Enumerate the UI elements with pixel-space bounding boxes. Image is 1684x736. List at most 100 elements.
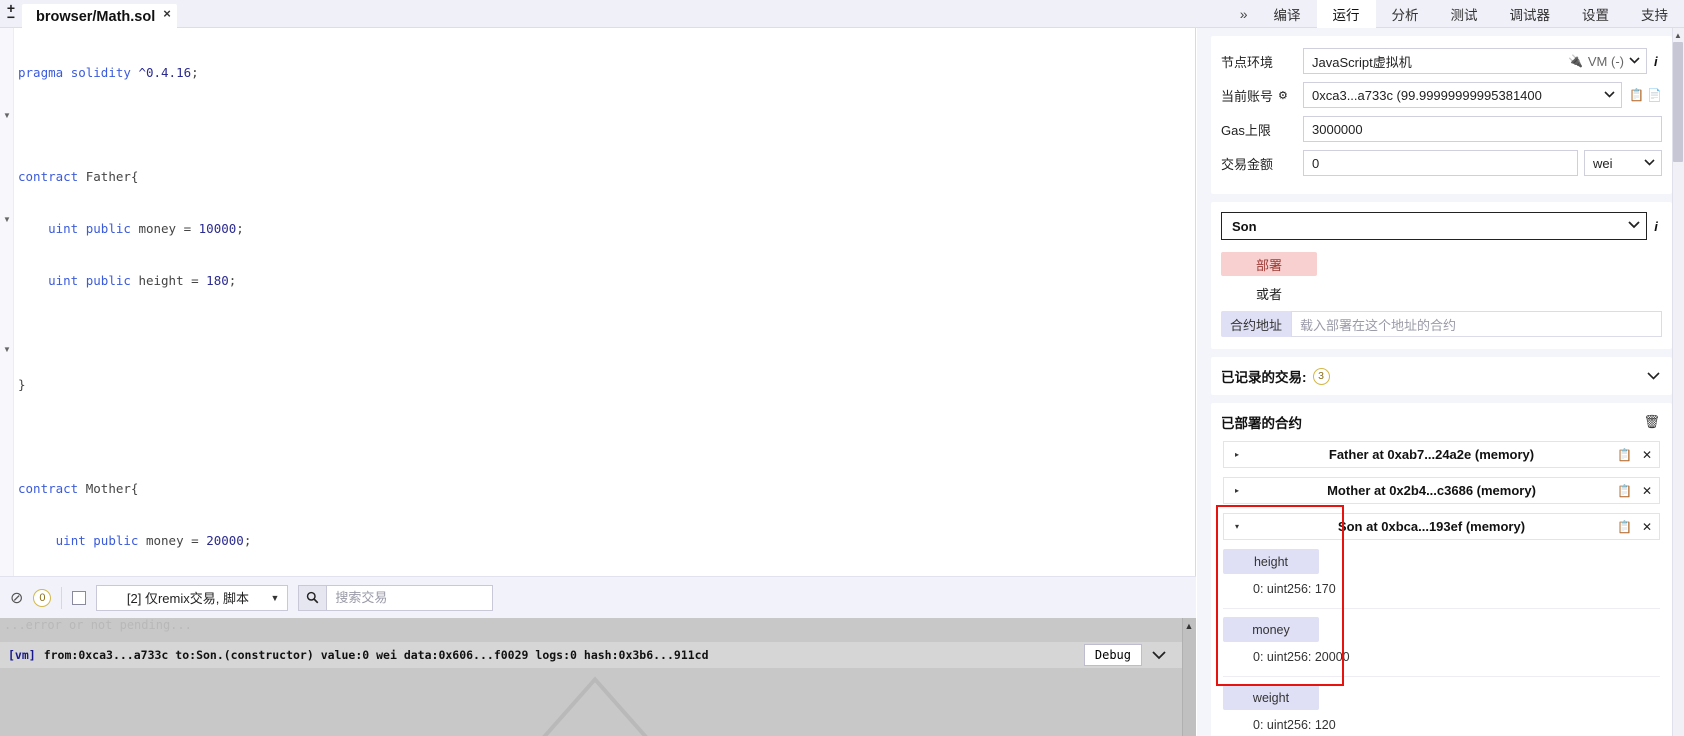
expand-triangle-icon[interactable]: ▾ — [1224, 522, 1250, 531]
file-tab-math-sol[interactable]: browser/Math.sol × — [22, 4, 177, 30]
tab-settings[interactable]: 设置 — [1566, 0, 1625, 28]
trash-icon[interactable]: 🗑 — [1643, 414, 1660, 430]
contract-select-row: Son i — [1221, 212, 1662, 240]
zoom-controls[interactable]: + − — [0, 0, 22, 28]
transactions-recorded-label: 已记录的交易: — [1221, 370, 1307, 385]
close-icon[interactable]: ✕ — [1642, 448, 1652, 462]
terminal-panel: ...error or not pending... [vm] from:0xc… — [0, 618, 1196, 736]
run-settings-card: 节点环境 JavaScript虚拟机 🔌 VM (-) i 当前账号 ⚙ 0xc… — [1211, 36, 1672, 194]
expand-triangle-icon[interactable]: ▸ — [1224, 486, 1250, 495]
log-from-value: 0xca3...a733c — [78, 648, 169, 662]
run-panel: 节点环境 JavaScript虚拟机 🔌 VM (-) i 当前账号 ⚙ 0xc… — [1197, 28, 1684, 736]
contract-select-value: Son — [1232, 218, 1257, 234]
instance-actions: 📋 ✕ — [1617, 520, 1652, 534]
run-panel-scrollbar[interactable]: ▲ — [1672, 28, 1684, 736]
listen-network-checkbox[interactable] — [72, 590, 87, 605]
at-address-input[interactable]: 载入部署在这个地址的合约 — [1291, 311, 1662, 337]
fold-arrow-icon[interactable]: ▼ — [3, 112, 11, 120]
log-logs-value: 0 — [570, 648, 577, 662]
scrollbar-thumb[interactable] — [1673, 42, 1683, 162]
chevron-down-icon — [1604, 90, 1615, 101]
transaction-filter-label: [2] 仅remix交易, 脚本 — [126, 591, 249, 606]
pending-count-badge: 0 — [33, 588, 52, 607]
top-bar: + − browser/Math.sol × » 编译 运行 分析 测试 调试器… — [0, 0, 1684, 30]
value-unit-select[interactable]: wei — [1584, 150, 1662, 176]
debug-button[interactable]: Debug — [1083, 644, 1142, 666]
log-data-label: data: — [403, 648, 439, 662]
instance-name: Son at 0xbca...193ef (memory) — [1337, 519, 1526, 534]
copy-icon[interactable]: 📋 — [1617, 520, 1632, 534]
refresh-icon[interactable]: ⚙ — [1278, 89, 1288, 102]
file-tab-label: browser/Math.sol — [36, 9, 156, 25]
search-transactions — [298, 584, 494, 611]
log-logs-label: logs: — [535, 648, 571, 662]
tab-test[interactable]: 测试 — [1435, 0, 1494, 28]
tab-support[interactable]: 支持 — [1625, 0, 1684, 28]
tab-compile[interactable]: 编译 — [1258, 0, 1317, 28]
environment-select[interactable]: JavaScript虚拟机 🔌 VM (-) — [1303, 48, 1647, 74]
at-address-button[interactable]: 合约地址 — [1221, 311, 1291, 337]
close-icon[interactable]: × — [163, 6, 171, 21]
instance-name: Father at 0xab7...24a2e (memory) — [1328, 447, 1535, 462]
function-button-weight[interactable]: weight — [1223, 685, 1319, 710]
chevron-double-right-icon[interactable]: » — [1230, 0, 1258, 28]
terminal-faint-line: ...error or not pending... — [4, 618, 192, 632]
copy-icon[interactable]: 📋 — [1617, 484, 1632, 498]
terminal-scrollbar[interactable]: ▲ — [1182, 618, 1196, 736]
account-select[interactable]: 0xca3...a733c (99.99999999995381400 — [1303, 82, 1623, 108]
editor-gutter: ▼ ▼ ▼ — [0, 28, 14, 576]
file-tab-strip: + − browser/Math.sol × — [0, 0, 177, 30]
transaction-filter-select[interactable]: [2] 仅remix交易, 脚本 ▼ — [96, 584, 289, 611]
code-line: contract Mother{ — [18, 481, 139, 496]
account-label: 当前账号 ⚙ — [1221, 86, 1303, 105]
gas-limit-input[interactable]: 3000000 — [1303, 116, 1662, 142]
vm-tag: [vm] — [8, 648, 36, 662]
clear-console-icon[interactable]: ⊘ — [10, 588, 23, 608]
transactions-count-badge: 3 — [1312, 367, 1330, 385]
deployed-instance-mother[interactable]: ▸ Mother at 0x2b4...c3686 (memory) 📋 ✕ — [1223, 477, 1660, 504]
tab-run[interactable]: 运行 — [1316, 0, 1376, 28]
expand-triangle-icon[interactable]: ▸ — [1224, 450, 1250, 459]
deployed-instance-son[interactable]: ▾ Son at 0xbca...193ef (memory) 📋 ✕ — [1223, 513, 1660, 540]
contract-select[interactable]: Son — [1221, 212, 1648, 240]
copy-icon[interactable]: 📋 📄 — [1629, 88, 1662, 102]
copy-icon[interactable]: 📋 — [1617, 448, 1632, 462]
function-result-money: 0: uint256: 20000 — [1253, 650, 1350, 664]
environment-status: VM (-) — [1587, 53, 1624, 69]
deployed-contracts-title: 已部署的合约 — [1221, 416, 1302, 431]
close-icon[interactable]: ✕ — [1642, 484, 1652, 498]
chevron-up-icon[interactable]: ▲ — [1673, 29, 1683, 41]
deploy-button[interactable]: 部署 — [1221, 252, 1317, 276]
chevron-down-icon — [1644, 158, 1655, 169]
editor-code[interactable]: pragma solidity ^0.4.16; contract Father… — [14, 28, 1195, 576]
value-input[interactable]: 0 — [1303, 150, 1578, 176]
function-row-weight: weight 0: uint256: 120 — [1223, 685, 1660, 736]
function-button-money[interactable]: money — [1223, 617, 1319, 642]
fold-arrow-icon[interactable]: ▼ — [3, 216, 11, 224]
transactions-recorded-header[interactable]: 已记录的交易: 3 — [1211, 357, 1672, 395]
tab-debugger[interactable]: 调试器 — [1494, 0, 1567, 28]
minus-icon[interactable]: − — [7, 10, 15, 24]
chevron-up-icon[interactable]: ▲ — [1183, 620, 1195, 632]
environment-label: 节点环境 — [1221, 54, 1274, 70]
tab-analysis[interactable]: 分析 — [1376, 0, 1435, 28]
chevron-down-icon[interactable] — [1148, 644, 1170, 666]
instance-actions: 📋 ✕ — [1617, 448, 1652, 462]
info-icon[interactable]: i — [1654, 219, 1662, 234]
code-editor[interactable]: ▼ ▼ ▼ pragma solidity ^0.4.16; contract … — [0, 28, 1196, 576]
log-data-value: 0x606...f0029 — [438, 648, 529, 662]
deployed-instance-father[interactable]: ▸ Father at 0xab7...24a2e (memory) 📋 ✕ — [1223, 441, 1660, 468]
divider — [1223, 608, 1660, 609]
log-hash-value: 0x3b6...911cd — [618, 648, 709, 662]
fold-arrow-icon[interactable]: ▼ — [3, 346, 11, 354]
close-icon[interactable]: ✕ — [1642, 520, 1652, 534]
info-icon[interactable]: i — [1654, 54, 1662, 69]
function-button-height[interactable]: height — [1223, 549, 1319, 574]
search-icon[interactable] — [298, 584, 327, 611]
add-account-icon[interactable]: 📄 — [1647, 88, 1662, 102]
terminal-log-row[interactable]: [vm] from:0xca3...a733c to:Son.(construc… — [0, 642, 1196, 668]
chevron-down-icon[interactable] — [1647, 369, 1660, 383]
plug-icon: 🔌 — [1567, 54, 1583, 68]
search-input[interactable] — [326, 584, 494, 611]
